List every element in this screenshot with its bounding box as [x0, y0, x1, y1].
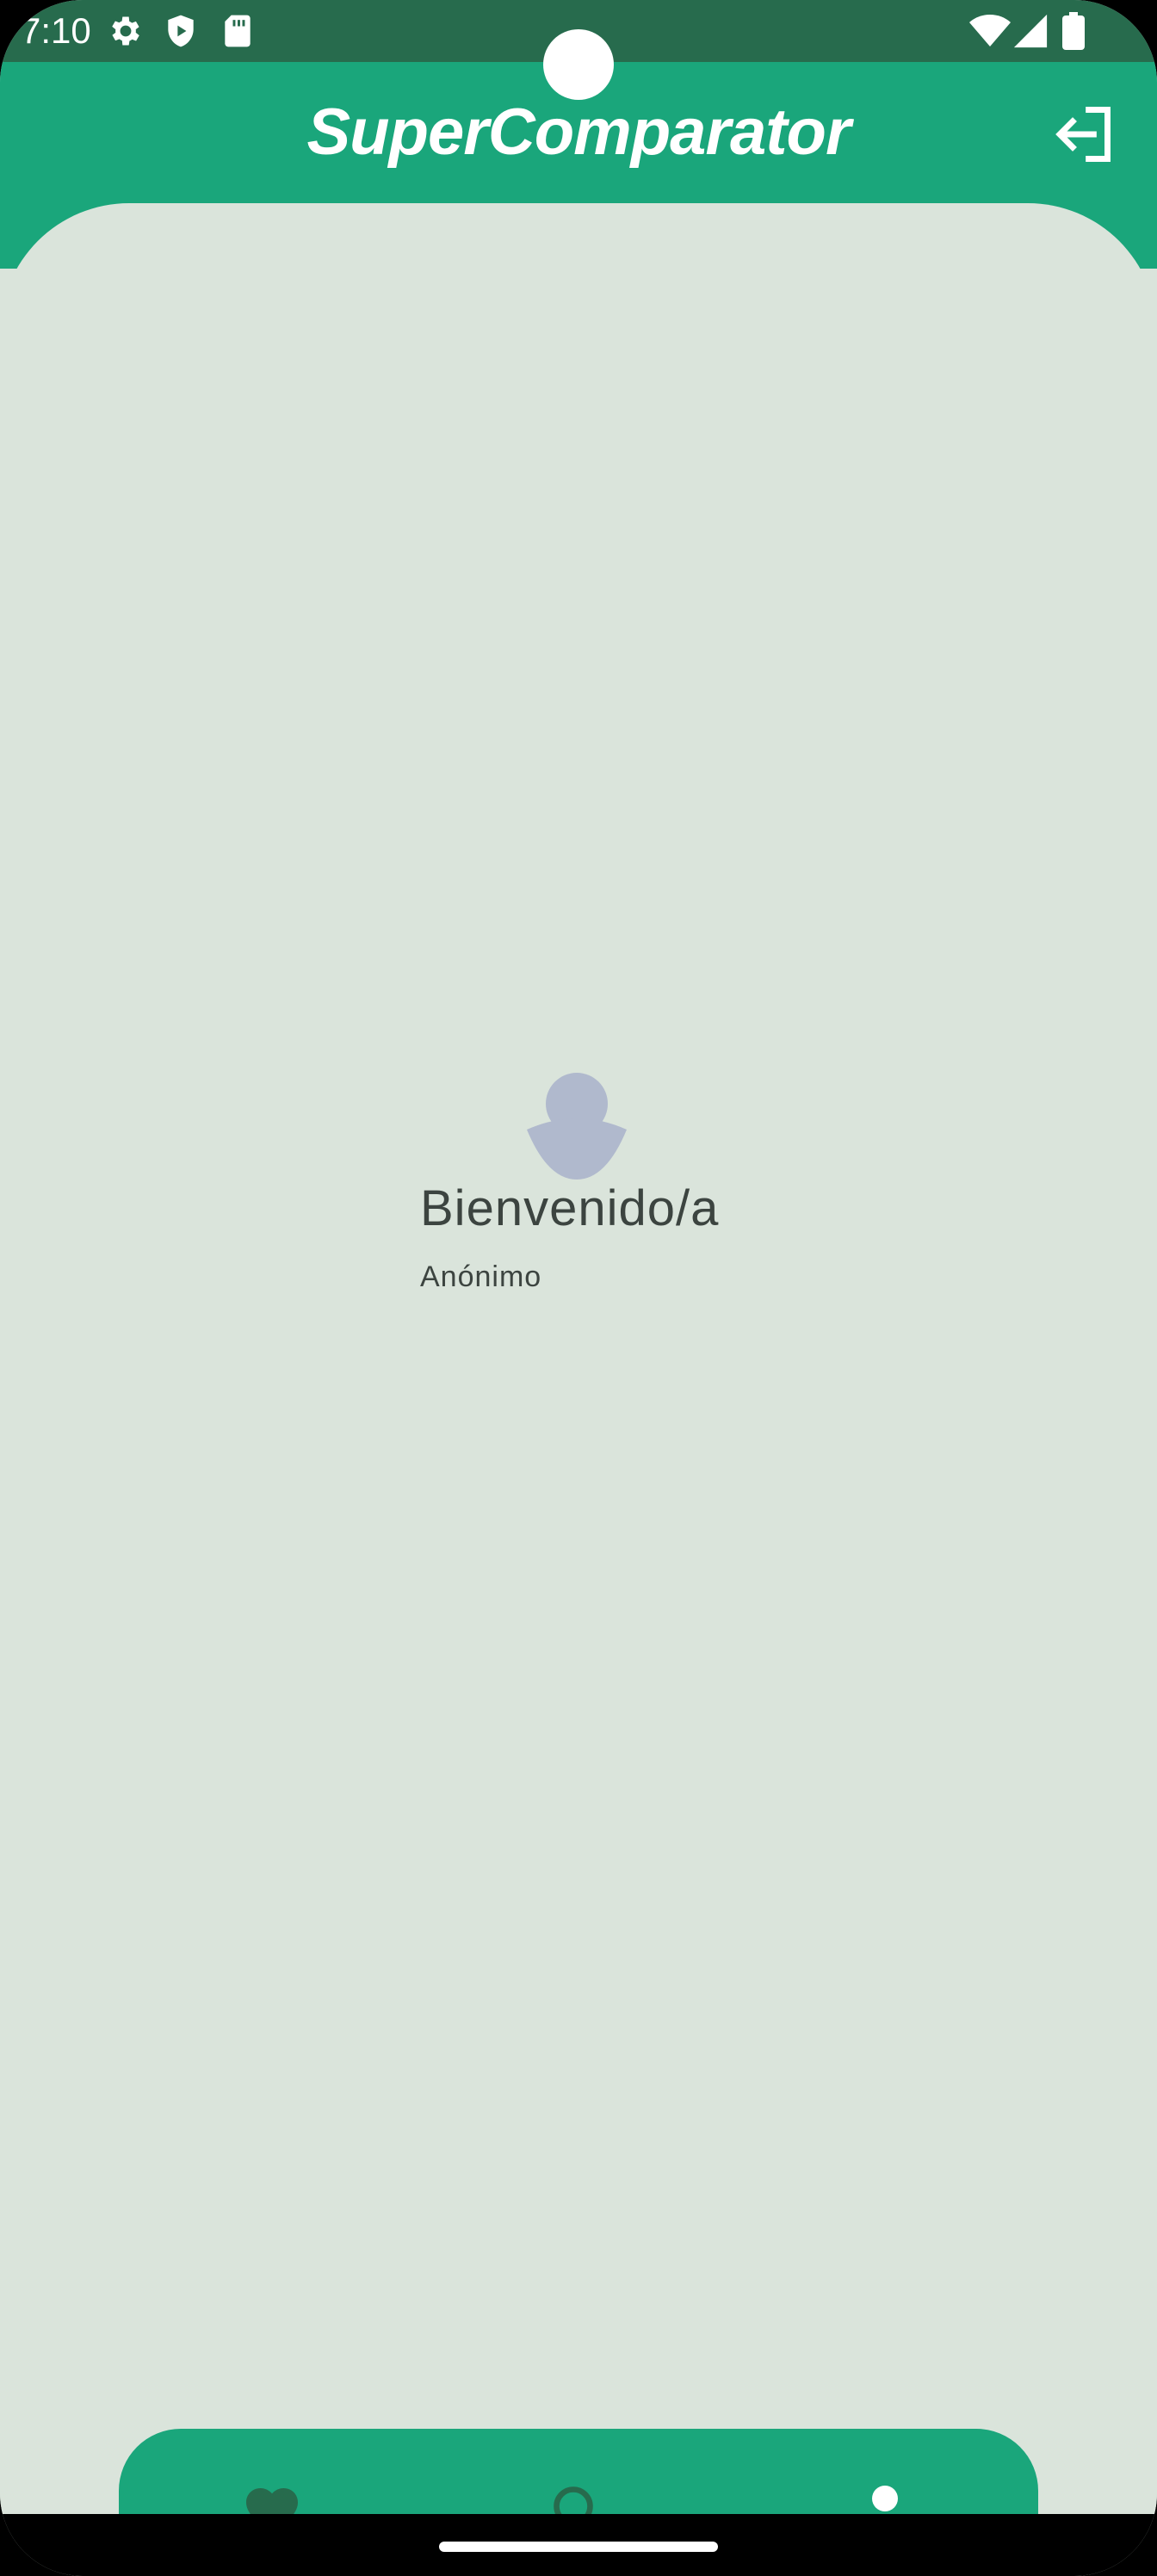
- home-handle[interactable]: [439, 2542, 718, 2552]
- app-screen: 7:10 SuperComparator Bienvenido/a Anónim…: [0, 0, 1157, 2576]
- sd-card-icon: [220, 12, 255, 54]
- camera-cutout: [543, 29, 614, 100]
- status-time: 7:10: [21, 10, 91, 51]
- shield-play-icon: [162, 12, 200, 54]
- wifi-icon: [969, 12, 1011, 54]
- avatar: [520, 1073, 634, 1186]
- person-avatar-icon: [527, 1073, 627, 1180]
- system-nav-bar: [0, 2514, 1157, 2576]
- welcome-title: Bienvenido/a: [420, 1180, 720, 1236]
- battery-icon: [1062, 12, 1085, 54]
- user-name: Anónimo: [420, 1260, 542, 1293]
- signal-icon: [1012, 12, 1049, 54]
- logout-icon: [1055, 107, 1111, 162]
- logout-button[interactable]: [1050, 102, 1116, 167]
- app-title: SuperComparator: [306, 96, 851, 169]
- settings-icon: [107, 12, 145, 54]
- main-content: Bienvenido/a Anónimo: [0, 203, 1157, 2576]
